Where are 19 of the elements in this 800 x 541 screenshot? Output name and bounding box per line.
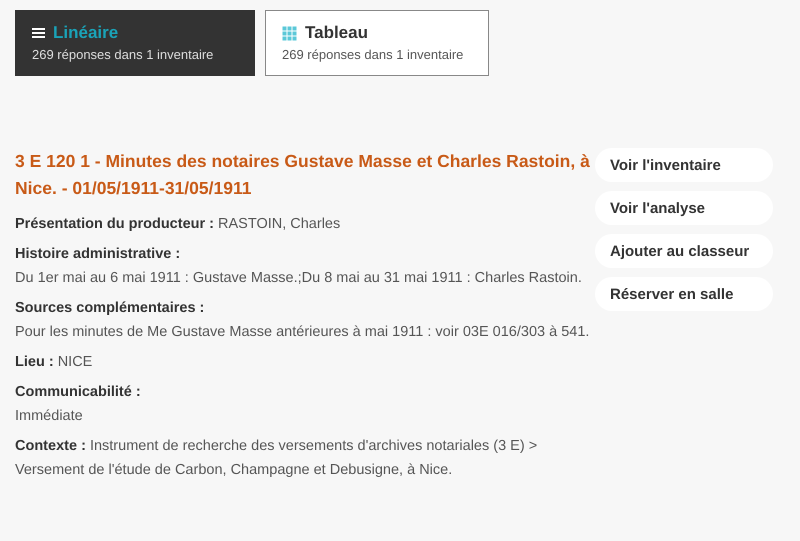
action-button[interactable]: Ajouter au classeur — [595, 234, 773, 268]
record-field: Lieu : NICE — [15, 350, 590, 374]
tab-label: Linéaire — [53, 23, 118, 43]
result-count: 269 réponses dans 1 inventaire — [32, 47, 214, 62]
record-title: 3 E 120 1 - Minutes des notaires Gustave Masse et Charles Rastoin, à Nice. - 01/05/1911-31/05/1911 — [15, 150, 590, 200]
record-field: Contexte : Instrument de recherche des versements d'archives notariales (3 E) > Versement de l'étude de Carbon, Champagne et Debusigne, à Nice. — [15, 434, 590, 482]
record-field: Communicabilité : Immédiate — [15, 380, 590, 428]
grid-icon — [282, 26, 297, 40]
result-count: 269 réponses dans 1 inventaire — [282, 47, 464, 62]
record-field: Sources complémentaires : Pour les minutes de Me Gustave Masse antérieures à mai 1911 : voir 03E 016/303 à 541. — [15, 296, 590, 344]
menu-icon — [32, 27, 45, 39]
action-button[interactable]: Réserver en salle — [595, 277, 773, 311]
tab-label: Tableau — [305, 23, 368, 43]
record-field: Histoire administrative : Du 1er mai au 6 mai 1911 : Gustave Masse.;Du 8 mai au 31 mai 1911 : Charles Rastoin. — [15, 242, 590, 290]
action-button[interactable]: Voir l'analyse — [595, 191, 773, 225]
view-tab[interactable]: Tableau 269 réponses dans 1 inventaire — [265, 10, 489, 76]
action-button[interactable]: Voir l'inventaire — [595, 148, 773, 182]
record-field: Présentation du producteur : RASTOIN, Charles — [15, 212, 590, 236]
view-tab[interactable]: Linéaire 269 réponses dans 1 inventaire — [15, 10, 255, 76]
